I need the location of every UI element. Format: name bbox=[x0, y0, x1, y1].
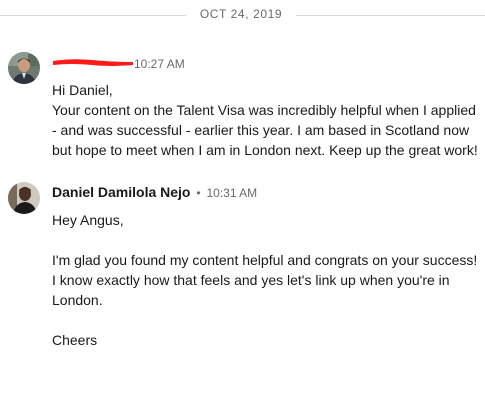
sender-avatar[interactable] bbox=[8, 182, 40, 214]
sender-name[interactable]: Daniel Damilola Nejo bbox=[52, 184, 190, 200]
divider-line-left bbox=[0, 15, 186, 16]
sender-avatar[interactable] bbox=[8, 52, 40, 84]
message-line: Cheers bbox=[52, 332, 98, 348]
message-item: 10:27 AM Hi Daniel, Your content on the … bbox=[8, 52, 485, 162]
message-line: Your content on the Talent Visa was incr… bbox=[52, 102, 476, 118]
message-item: Daniel Damilola Nejo • 10:31 AM Hey Angu… bbox=[8, 182, 485, 352]
message-timestamp: 10:27 AM bbox=[134, 57, 185, 71]
divider-line-right bbox=[296, 15, 485, 16]
avatar-photo-icon bbox=[8, 52, 40, 84]
separator-dot: • bbox=[196, 186, 201, 200]
message-thread: OCT 24, 2019 10:27 AM Hi Daniel, Your co… bbox=[0, 0, 485, 402]
message-line: I'm glad you found my content helpful an… bbox=[52, 252, 478, 268]
message-header: 10:27 AM bbox=[52, 54, 185, 72]
message-timestamp: 10:31 AM bbox=[206, 186, 258, 200]
message-line bbox=[52, 230, 477, 250]
avatar-photo-icon bbox=[8, 182, 40, 214]
message-body: Hi Daniel, Your content on the Talent Vi… bbox=[52, 80, 478, 160]
message-line: I know exactly how that feels and yes le… bbox=[52, 272, 450, 288]
message-line: - and was successful - earlier this year… bbox=[52, 122, 470, 138]
message-body: Hey Angus, I'm glad you found my content… bbox=[52, 210, 477, 350]
message-line: London. bbox=[52, 292, 103, 308]
redacted-sender-name bbox=[52, 54, 134, 66]
message-line bbox=[52, 310, 477, 330]
date-label: OCT 24, 2019 bbox=[199, 7, 283, 21]
message-line: Hey Angus, bbox=[52, 212, 124, 228]
message-line: Hi Daniel, bbox=[52, 82, 113, 98]
message-line: but hope to meet when I am in London nex… bbox=[52, 142, 478, 158]
message-header: Daniel Damilola Nejo • 10:31 AM bbox=[52, 184, 257, 202]
date-divider: OCT 24, 2019 bbox=[0, 6, 485, 24]
